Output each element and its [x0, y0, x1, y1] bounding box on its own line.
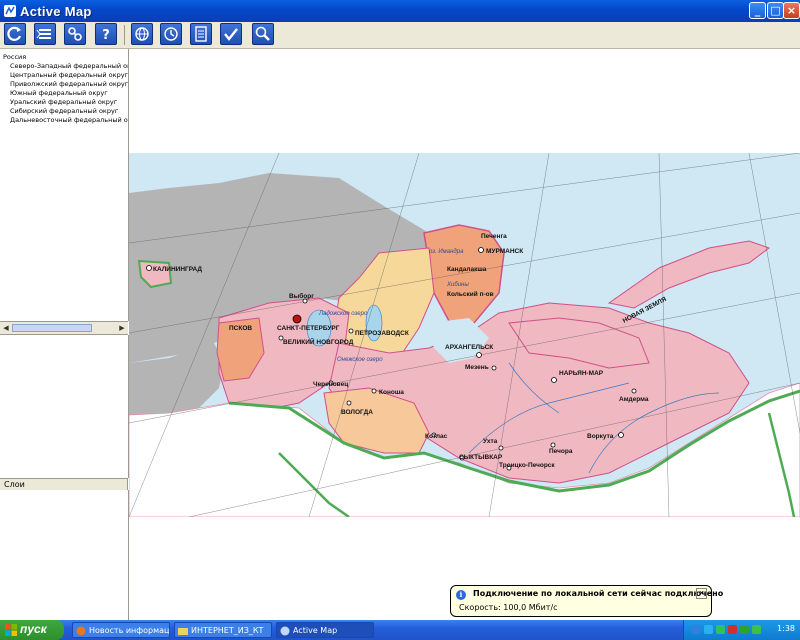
layers-panel: [0, 490, 129, 620]
city-label: Хибины: [446, 282, 469, 288]
find-objects-icon: [68, 27, 82, 41]
water-label: оз. Имандра: [429, 249, 464, 255]
tree-item[interactable]: Северо-Западный федеральный округ: [10, 62, 128, 71]
city-label: Мезень: [465, 364, 489, 371]
document-button[interactable]: [190, 23, 212, 45]
taskbar-item[interactable]: Active Map: [276, 622, 374, 638]
layers-list-icon: [36, 29, 51, 39]
folder-icon: [178, 628, 188, 635]
globe-button[interactable]: [131, 23, 153, 45]
window-title: Active Map: [20, 3, 92, 19]
taskbar-item[interactable]: ИНТЕРНЕТ_ИЗ_КТ: [174, 622, 272, 638]
maximize-button[interactable]: □: [767, 2, 784, 19]
balloon-title: Подключение по локальной сети сейчас под…: [473, 589, 724, 598]
app-icon: [4, 5, 16, 17]
tree-item[interactable]: Уральский федеральный округ: [10, 98, 117, 107]
city-label: АРХАНГЕЛЬСК: [445, 344, 493, 351]
refresh-button[interactable]: [4, 23, 26, 45]
scroll-left-icon[interactable]: ◀: [1, 323, 11, 333]
water-label: Ладожское озеро: [318, 311, 368, 317]
tree-item[interactable]: Южный федеральный округ: [10, 89, 108, 98]
globe-icon: [135, 27, 149, 41]
info-icon: i: [456, 590, 466, 600]
water-label: Кольский п-ов: [447, 290, 494, 298]
network-icon[interactable]: [704, 625, 713, 634]
city-label: ВОЛОГДА: [341, 409, 373, 416]
scrollbar-thumb[interactable]: [12, 324, 92, 332]
tree-item[interactable]: Центральный федеральный округ: [10, 71, 128, 80]
tree-horizontal-scrollbar[interactable]: ◀ ▶: [0, 321, 128, 335]
tree-item[interactable]: Дальневосточный федеральный округ: [10, 116, 128, 125]
region-tree: Россия Северо-Западный федеральный округ…: [0, 49, 129, 321]
browser-icon: [76, 626, 86, 636]
refresh-icon: [7, 26, 22, 41]
city-label: Амдерма: [619, 396, 649, 403]
layers-list-button[interactable]: [34, 23, 56, 45]
taskbar-item-label: Новость информации: [89, 626, 170, 635]
taskbar-item[interactable]: Новость информации: [72, 622, 170, 638]
windows-flag-icon: [5, 624, 17, 636]
balloon-text: Скорость: 100,0 Мбит/с: [459, 603, 558, 612]
clock-icon: [164, 27, 178, 41]
city-label: МУРМАНСК: [486, 248, 523, 255]
balloon-close-icon[interactable]: ×: [696, 588, 707, 599]
minimize-button[interactable]: _: [749, 2, 766, 19]
network-notification-balloon[interactable]: i Подключение по локальной сети сейчас п…: [450, 585, 723, 617]
city-label: Кандалакша: [447, 266, 487, 273]
clock-button[interactable]: [160, 23, 182, 45]
city-label: Печенга: [481, 233, 507, 240]
toolbar: ?: [0, 22, 800, 49]
help-icon: ?: [102, 28, 110, 43]
city-label: ПСКОВ: [229, 325, 252, 332]
water-label: Онежское озеро: [337, 357, 383, 363]
close-button[interactable]: ×: [783, 2, 800, 19]
find-objects-button[interactable]: [64, 23, 86, 45]
city-label: НАРЬЯН-МАР: [559, 370, 604, 377]
city-label: Котлас: [425, 433, 448, 440]
volume-icon[interactable]: [752, 625, 761, 634]
city-label: ВЕЛИКИЙ НОВГОРОД: [283, 337, 354, 346]
city-label: САНКТ-ПЕТЕРБУРГ: [277, 325, 340, 332]
system-tray: 1:38: [683, 620, 800, 640]
title-bar: Active Map _ □ ×: [0, 0, 800, 22]
taskbar: пуск Новость информации ИНТЕРНЕТ_ИЗ_КТ A…: [0, 620, 800, 640]
checkmark-icon: [224, 28, 238, 41]
map-canvas[interactable]: МУРМАНСК Печенга Кандалакша Хибины КАЛИН…: [129, 153, 800, 517]
tray-app-icon[interactable]: [716, 625, 725, 634]
help-button[interactable]: ?: [95, 23, 117, 45]
city-label: ПЕТРОЗАВОДСК: [355, 330, 409, 337]
properties-panel: [0, 335, 129, 478]
antivirus-icon[interactable]: [728, 625, 737, 634]
taskbar-item-label: ИНТЕРНЕТ_ИЗ_КТ: [191, 626, 264, 635]
city-label: Выборг: [289, 292, 314, 300]
city-label: Ухта: [483, 438, 498, 445]
toolbar-separator: [124, 25, 125, 45]
zoom-button[interactable]: [252, 23, 274, 45]
city-label: Воркута: [587, 433, 614, 440]
start-label: пуск: [20, 622, 47, 636]
map-view[interactable]: МУРМАНСК Печенга Кандалакша Хибины КАЛИН…: [129, 49, 800, 620]
tree-item[interactable]: Сибирский федеральный округ: [10, 107, 118, 116]
city-label: СЫКТЫВКАР: [459, 454, 503, 461]
city-label: КАЛИНИНГРАД: [153, 266, 202, 273]
svg-text:?: ?: [102, 28, 110, 43]
tree-item[interactable]: Приволжский федеральный округ: [10, 80, 128, 89]
scroll-right-icon[interactable]: ▶: [117, 323, 127, 333]
layers-header: Слои: [0, 478, 128, 490]
city-label: Печора: [549, 448, 573, 455]
clock[interactable]: 1:38: [777, 624, 795, 633]
active-map-icon: [280, 626, 290, 636]
check-button[interactable]: [220, 23, 242, 45]
tree-root-item[interactable]: Россия: [3, 53, 26, 62]
zoom-icon: [255, 26, 270, 41]
city-label: Череповец: [313, 381, 348, 388]
city-label: Коноша: [379, 389, 404, 396]
tray-app-icon[interactable]: [740, 625, 749, 634]
start-button[interactable]: пуск: [0, 620, 64, 640]
document-icon: [195, 26, 207, 42]
taskbar-item-label: Active Map: [293, 626, 338, 635]
tray-arrow-icon[interactable]: [692, 625, 701, 634]
city-label: Троицко-Печорск: [499, 462, 555, 469]
